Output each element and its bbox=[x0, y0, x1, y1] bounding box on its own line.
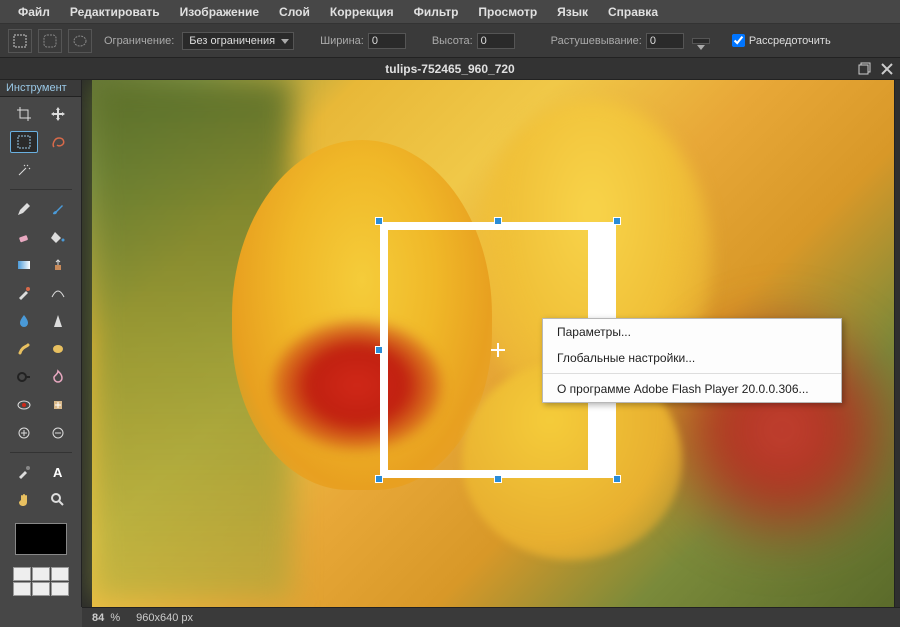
resize-handle-bl[interactable] bbox=[375, 475, 383, 483]
sharpen-tool-icon[interactable] bbox=[44, 310, 72, 332]
context-item-params[interactable]: Параметры... bbox=[543, 319, 841, 345]
menu-language[interactable]: Язык bbox=[547, 1, 598, 23]
spot-heal-tool-icon[interactable] bbox=[44, 394, 72, 416]
menu-filter[interactable]: Фильтр bbox=[404, 1, 469, 23]
resize-handle-tm[interactable] bbox=[494, 217, 502, 225]
foreground-color-swatch[interactable] bbox=[15, 523, 67, 555]
pencil-tool-icon[interactable] bbox=[10, 198, 38, 220]
feather-dropdown[interactable] bbox=[692, 38, 710, 44]
scatter-label: Рассредоточить bbox=[749, 35, 831, 47]
workspace: Инструмент bbox=[0, 80, 900, 607]
resize-handle-tr[interactable] bbox=[613, 217, 621, 225]
toolbox-title: Инструмент bbox=[0, 80, 81, 97]
tool-separator bbox=[10, 189, 72, 190]
menu-image[interactable]: Изображение bbox=[170, 1, 269, 23]
close-icon[interactable] bbox=[880, 62, 894, 76]
options-bar: Ограничение: Без ограничения Ширина: Выс… bbox=[0, 24, 900, 58]
draw-tool-icon[interactable] bbox=[44, 282, 72, 304]
resize-handle-bm[interactable] bbox=[494, 475, 502, 483]
menu-layer[interactable]: Слой bbox=[269, 1, 320, 23]
height-input[interactable] bbox=[477, 33, 515, 49]
context-item-about[interactable]: О программе Adobe Flash Player 20.0.0.30… bbox=[543, 376, 841, 402]
menu-edit[interactable]: Редактировать bbox=[60, 1, 170, 23]
feather-label: Растушевывание: bbox=[551, 35, 642, 47]
svg-text:A: A bbox=[53, 465, 63, 480]
picker-tool-icon[interactable] bbox=[10, 461, 38, 483]
dodge-tool-icon[interactable] bbox=[10, 366, 38, 388]
brush-tool-icon[interactable] bbox=[44, 198, 72, 220]
menubar: Файл Редактировать Изображение Слой Корр… bbox=[0, 0, 900, 24]
menu-adjust[interactable]: Коррекция bbox=[320, 1, 404, 23]
scatter-check-input[interactable] bbox=[732, 34, 745, 47]
sponge-tool-icon[interactable] bbox=[44, 338, 72, 360]
palette-cell[interactable] bbox=[13, 582, 31, 596]
bucket-tool-icon[interactable] bbox=[44, 226, 72, 248]
palette-cell[interactable] bbox=[32, 582, 50, 596]
blur-tool-icon[interactable] bbox=[10, 310, 38, 332]
palette-cell[interactable] bbox=[51, 582, 69, 596]
width-input[interactable] bbox=[368, 33, 406, 49]
crop-tool-icon[interactable] bbox=[10, 103, 38, 125]
wand-tool-icon[interactable] bbox=[10, 159, 38, 181]
canvas-area[interactable]: Параметры... Глобальные настройки... О п… bbox=[82, 80, 900, 607]
right-panel-collapsed[interactable] bbox=[894, 80, 900, 607]
menu-file[interactable]: Файл bbox=[8, 1, 60, 23]
selection-center-icon bbox=[491, 343, 505, 357]
constraint-dropdown[interactable]: Без ограничения bbox=[182, 32, 294, 50]
context-separator bbox=[543, 373, 841, 374]
resize-handle-ml[interactable] bbox=[375, 346, 383, 354]
resize-handle-tl[interactable] bbox=[375, 217, 383, 225]
zoom-value: 84 % bbox=[92, 612, 120, 624]
color-replace-tool-icon[interactable] bbox=[10, 282, 38, 304]
zoom-tool-icon[interactable] bbox=[44, 489, 72, 511]
context-menu: Параметры... Глобальные настройки... О п… bbox=[542, 318, 842, 403]
marquee-tool-icon[interactable] bbox=[10, 131, 38, 153]
palette-cell[interactable] bbox=[51, 567, 69, 581]
menu-help[interactable]: Справка bbox=[598, 1, 668, 23]
image-canvas[interactable]: Параметры... Глобальные настройки... О п… bbox=[92, 80, 900, 607]
palette-cell[interactable] bbox=[13, 567, 31, 581]
tool-separator-2 bbox=[10, 452, 72, 453]
gradient-tool-icon[interactable] bbox=[10, 254, 38, 276]
eraser-tool-icon[interactable] bbox=[10, 226, 38, 248]
marquee-rect-icon[interactable] bbox=[8, 29, 32, 53]
pinch-tool-icon[interactable] bbox=[44, 422, 72, 444]
document-titlebar: tulips-752465_960_720 bbox=[0, 58, 900, 80]
canvas-dimensions: 960x640 px bbox=[136, 612, 193, 624]
restore-window-icon[interactable] bbox=[858, 62, 872, 76]
marquee-rounded-icon[interactable] bbox=[38, 29, 62, 53]
toolbox-panel: Инструмент bbox=[0, 80, 82, 607]
width-label: Ширина: bbox=[320, 35, 364, 47]
smudge-tool-icon[interactable] bbox=[10, 338, 38, 360]
marquee-ellipse-icon[interactable] bbox=[68, 29, 92, 53]
document-title: tulips-752465_960_720 bbox=[385, 62, 514, 76]
scatter-checkbox[interactable]: Рассредоточить bbox=[732, 34, 831, 47]
bloat-tool-icon[interactable] bbox=[10, 422, 38, 444]
feather-input[interactable] bbox=[646, 33, 684, 49]
height-label: Высота: bbox=[432, 35, 473, 47]
constraint-label: Ограничение: bbox=[104, 35, 174, 47]
resize-handle-br[interactable] bbox=[613, 475, 621, 483]
context-item-global[interactable]: Глобальные настройки... bbox=[543, 345, 841, 371]
status-bar: 84 % 960x640 px bbox=[82, 607, 900, 627]
type-tool-icon[interactable]: A bbox=[44, 461, 72, 483]
toolbox: A bbox=[0, 97, 81, 604]
lasso-tool-icon[interactable] bbox=[44, 131, 72, 153]
color-palette bbox=[13, 567, 69, 596]
clone-stamp-tool-icon[interactable] bbox=[44, 254, 72, 276]
hand-tool-icon[interactable] bbox=[10, 489, 38, 511]
menu-view[interactable]: Просмотр bbox=[468, 1, 547, 23]
palette-cell[interactable] bbox=[32, 567, 50, 581]
move-tool-icon[interactable] bbox=[44, 103, 72, 125]
redeye-tool-icon[interactable] bbox=[10, 394, 38, 416]
burn-tool-icon[interactable] bbox=[44, 366, 72, 388]
